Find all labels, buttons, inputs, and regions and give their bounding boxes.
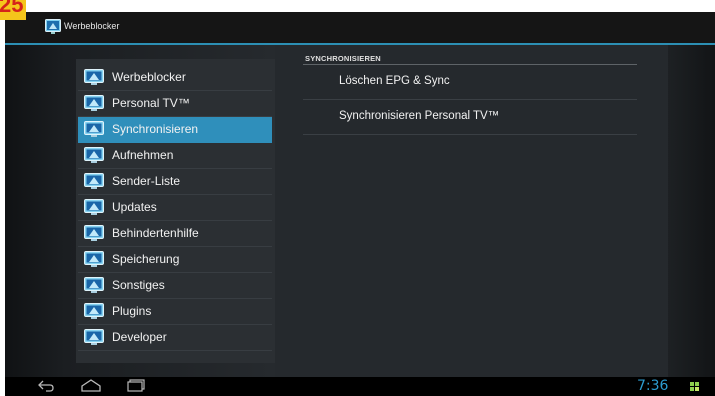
recents-icon[interactable] [126, 379, 146, 392]
tv-icon [84, 69, 104, 85]
section-header: SYNCHRONISIEREN [305, 54, 381, 63]
sidebar-item-label: Personal TV™ [112, 96, 190, 110]
settings-detail: SYNCHRONISIEREN Löschen EPG & Sync Synch… [275, 45, 668, 377]
sidebar-item-speicherung[interactable]: Speicherung [78, 247, 272, 273]
sidebar-item-label: Werbeblocker [112, 70, 186, 84]
tablet-screen: Werbeblocker Werbeblocker Personal TV™ Syn… [5, 12, 715, 396]
sidebar-item-label: Updates [112, 200, 157, 214]
app-title: Werbeblocker [64, 21, 120, 31]
pref-synchronisieren-personal-tv[interactable]: Synchronisieren Personal TV™ [303, 100, 637, 135]
tv-icon [84, 225, 104, 241]
sidebar-item-label: Behindertenhilfe [112, 226, 199, 240]
sidebar-item-sender-liste[interactable]: Sender-Liste [78, 169, 272, 195]
action-bar: Werbeblocker [5, 12, 715, 45]
pref-label: Löschen EPG & Sync [339, 75, 450, 87]
sidebar-item-plugins[interactable]: Plugins [78, 299, 272, 325]
tv-icon [84, 95, 104, 111]
pref-label: Synchronisieren Personal TV™ [339, 110, 500, 122]
tv-icon [84, 329, 104, 345]
sidebar-item-personal-tv[interactable]: Personal TV™ [78, 91, 272, 117]
back-icon[interactable] [37, 379, 55, 392]
notification-icon[interactable] [690, 382, 700, 391]
sidebar-item-werbeblocker[interactable]: Werbeblocker [78, 65, 272, 91]
sidebar-item-label: Sonstiges [112, 278, 165, 292]
settings-categories: Werbeblocker Personal TV™ Synchronisieren A… [76, 59, 275, 363]
home-icon[interactable] [80, 379, 102, 392]
settings-content: Werbeblocker Personal TV™ Synchronisieren A… [5, 45, 715, 377]
tv-icon [84, 251, 104, 267]
sidebar-item-label: Synchronisieren [112, 122, 199, 136]
pref-loeschen-epg-sync[interactable]: Löschen EPG & Sync [303, 65, 637, 100]
sidebar-item-label: Speicherung [112, 252, 180, 266]
sidebar-item-label: Sender-Liste [112, 174, 181, 188]
tv-icon [84, 199, 104, 215]
sidebar-item-sonstiges[interactable]: Sonstiges [78, 273, 272, 299]
sidebar-item-behindertenhilfe[interactable]: Behindertenhilfe [78, 221, 272, 247]
tv-icon [84, 303, 104, 319]
sidebar-item-label: Plugins [112, 304, 152, 318]
tv-icon [84, 121, 104, 137]
sidebar-item-developer[interactable]: Developer [78, 325, 272, 351]
figure-number-badge: 25 [0, 0, 27, 20]
sidebar-item-label: Aufnehmen [112, 148, 174, 162]
sidebar-item-label: Developer [112, 330, 167, 344]
tv-icon [84, 277, 104, 293]
sidebar-item-aufnehmen[interactable]: Aufnehmen [78, 143, 272, 169]
status-clock: 7:36 [637, 378, 669, 394]
tv-icon [84, 147, 104, 163]
sidebar-item-updates[interactable]: Updates [78, 195, 272, 221]
app-icon[interactable] [45, 19, 61, 35]
system-nav-bar [5, 377, 715, 396]
tv-icon [84, 173, 104, 189]
sidebar-item-synchronisieren[interactable]: Synchronisieren [78, 117, 272, 143]
